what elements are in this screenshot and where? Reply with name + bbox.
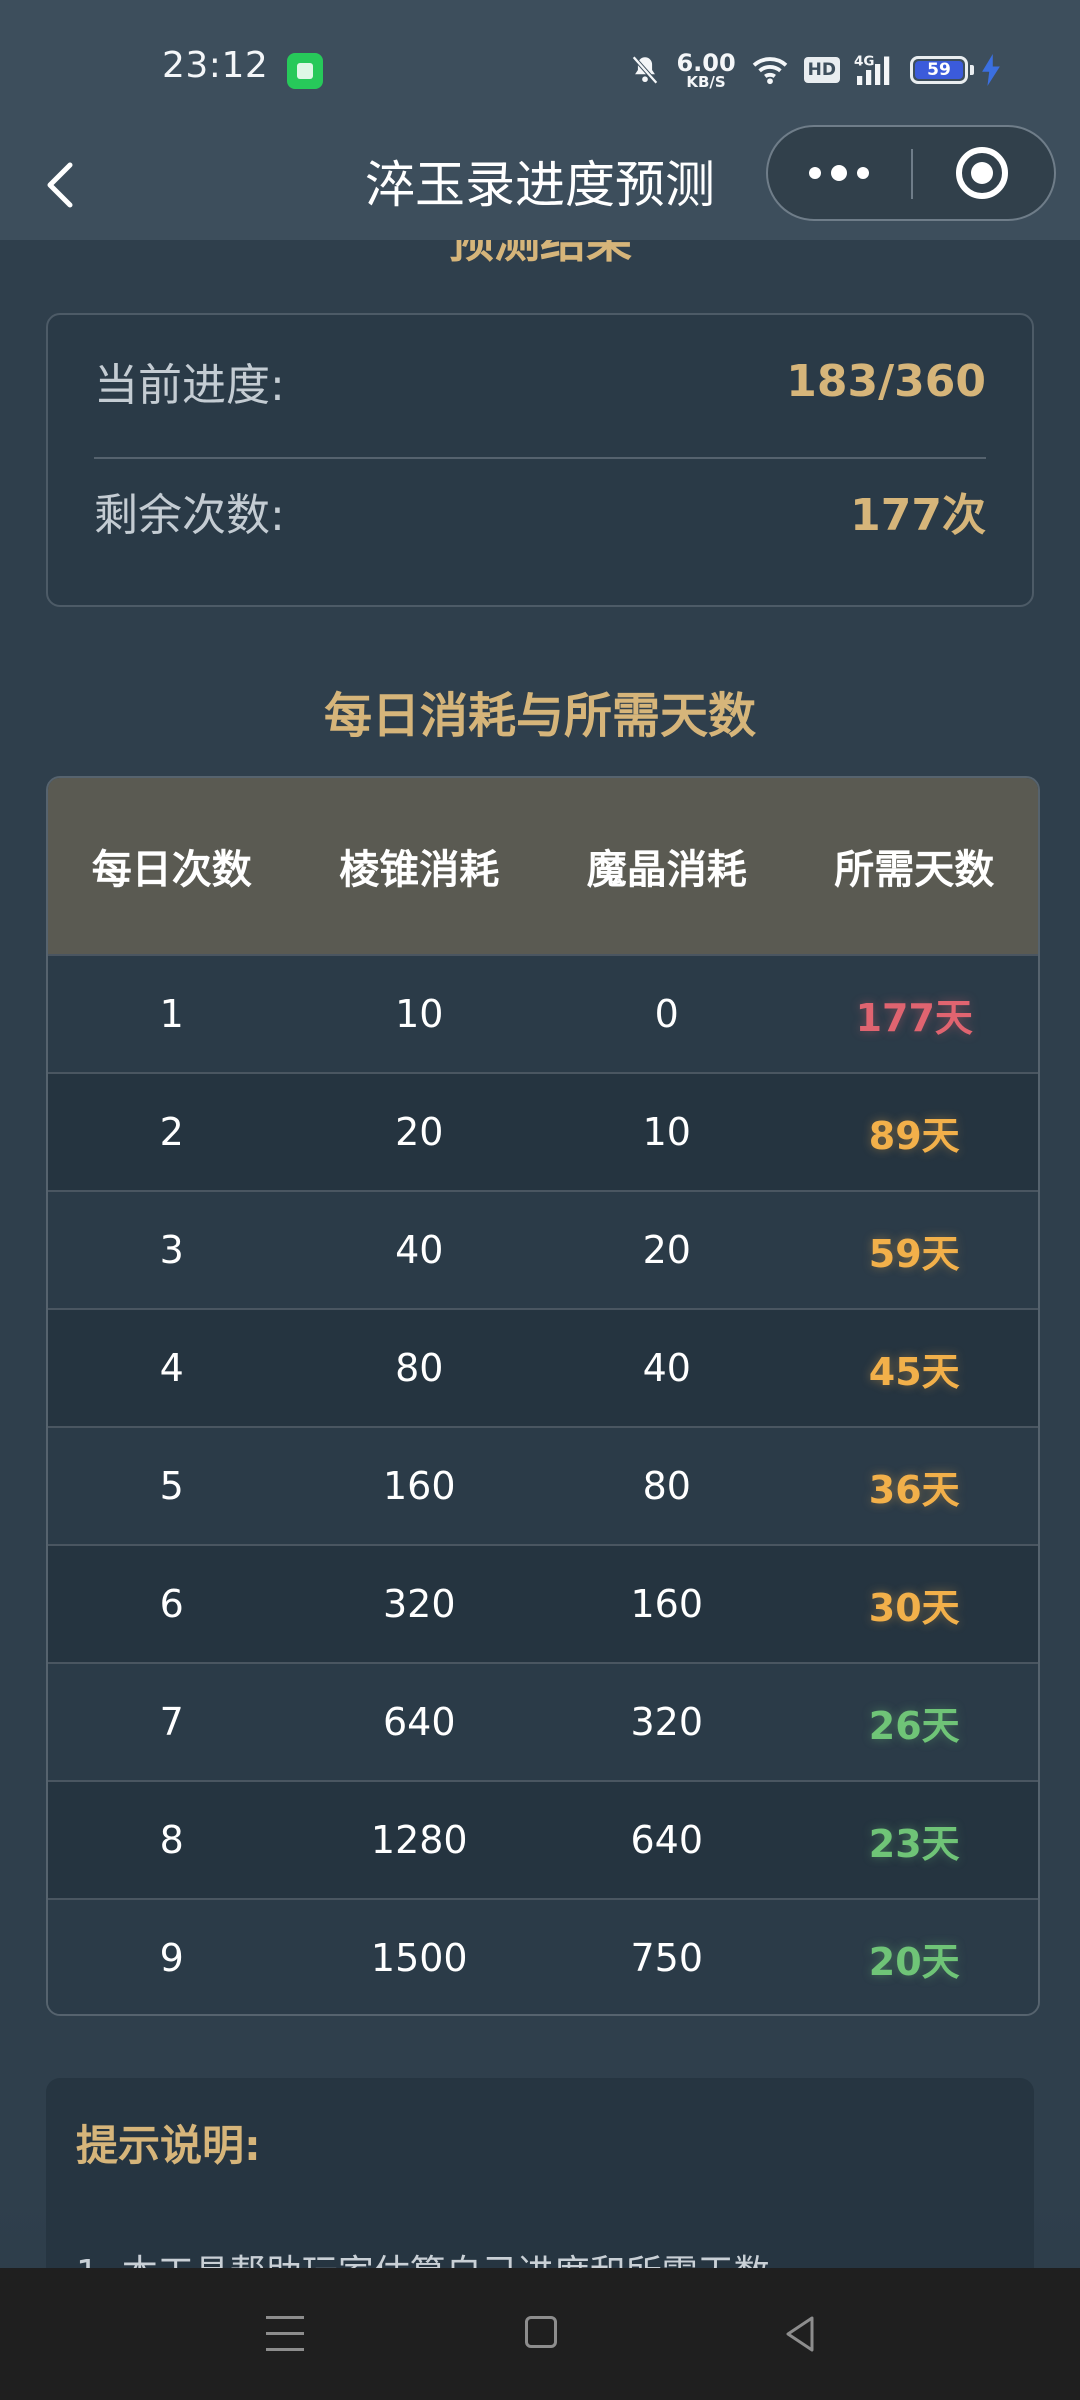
charging-icon <box>982 54 1000 86</box>
cell-pyramid-cost: 640 <box>382 1700 456 1744</box>
table-row: 1 10 0 177天 <box>48 956 1038 1074</box>
table-row: 9 1500 750 20天 <box>48 1900 1038 2014</box>
remaining-count-label: 剩余次数: <box>94 490 285 541</box>
battery-icon: 59 <box>910 56 974 84</box>
table-row: 4 80 40 45天 <box>48 1310 1038 1428</box>
cell-pyramid-cost: 20 <box>395 1110 444 1154</box>
cell-pyramid-cost: 1280 <box>370 1818 468 1862</box>
svg-text:4G: 4G <box>854 54 874 70</box>
cell-daily-count: 7 <box>159 1700 184 1744</box>
nav-bar: 淬玉录进度预测 <box>0 125 1080 240</box>
cell-days-needed: 89天 <box>868 1113 960 1158</box>
table-row: 8 1280 640 23天 <box>48 1782 1038 1900</box>
header-crystal-cost: 魔晶消耗 <box>586 847 747 893</box>
status-icons: 6.00 KB/S HD 4G 59 <box>628 45 1000 95</box>
cell-crystal-cost: 40 <box>642 1346 691 1390</box>
table-row: 2 20 10 89天 <box>48 1074 1038 1192</box>
close-mini-program-icon[interactable] <box>956 147 1008 199</box>
remaining-count-row: 剩余次数: 177次 <box>94 447 986 575</box>
daily-cost-section-title: 每日消耗与所需天数 <box>323 688 756 744</box>
system-back-icon[interactable] <box>782 2314 818 2354</box>
capsule-divider <box>911 149 913 199</box>
cell-days-needed: 36天 <box>868 1467 960 1512</box>
table-row: 6 320 160 30天 <box>48 1546 1038 1664</box>
table-row: 5 160 80 36天 <box>48 1428 1038 1546</box>
current-progress-label: 当前进度: <box>94 360 285 411</box>
more-options-icon[interactable] <box>768 127 910 219</box>
bell-muted-icon <box>632 55 659 85</box>
cell-days-needed: 23天 <box>868 1821 960 1866</box>
cell-pyramid-cost: 1500 <box>370 1936 468 1980</box>
cell-daily-count: 4 <box>159 1346 184 1390</box>
cell-crystal-cost: 160 <box>630 1582 704 1626</box>
cell-crystal-cost: 750 <box>630 1936 704 1980</box>
status-bar: 23:12 6.00 KB/S HD 4G 59 <box>0 0 1080 125</box>
tips-title: 提示说明: <box>76 2121 261 2170</box>
header-pyramid-cost: 棱锥消耗 <box>339 847 500 893</box>
table-header: 每日次数 棱锥消耗 魔晶消耗 所需天数 <box>48 778 1038 956</box>
header-days-needed: 所需天数 <box>834 847 995 893</box>
status-time: 23:12 <box>162 45 269 86</box>
current-progress-value: 183/360 <box>786 355 986 407</box>
net-speed: 6.00 KB/S <box>676 51 735 90</box>
app-screen: 23:12 6.00 KB/S HD 4G 59 淬玉录进度预测 预测结果 当前… <box>0 0 1080 2400</box>
battery-level: 59 <box>915 60 963 80</box>
cell-daily-count: 2 <box>159 1110 184 1154</box>
remaining-count-value: 177次 <box>850 490 986 541</box>
signal-icon: 4G <box>854 54 890 85</box>
wifi-icon <box>752 57 787 85</box>
cell-days-needed: 26天 <box>868 1703 960 1748</box>
cell-pyramid-cost: 10 <box>395 992 444 1036</box>
current-progress-row: 当前进度: 183/360 <box>94 317 986 445</box>
cell-daily-count: 6 <box>159 1582 184 1626</box>
cell-daily-count: 1 <box>159 992 184 1036</box>
cell-pyramid-cost: 320 <box>382 1582 456 1626</box>
header-daily-count: 每日次数 <box>91 847 252 893</box>
cell-crystal-cost: 80 <box>642 1464 691 1508</box>
cell-pyramid-cost: 40 <box>395 1228 444 1272</box>
progress-summary-card: 当前进度: 183/360 剩余次数: 177次 <box>46 313 1034 607</box>
daily-cost-table: 每日次数 棱锥消耗 魔晶消耗 所需天数 1 10 0 177天 2 20 10 89天 3 40 2… <box>46 776 1040 2016</box>
cell-crystal-cost: 640 <box>630 1818 704 1862</box>
net-speed-unit: KB/S <box>686 72 726 91</box>
cell-crystal-cost: 10 <box>642 1110 691 1154</box>
cell-daily-count: 8 <box>159 1818 184 1862</box>
table-row: 7 640 320 26天 <box>48 1664 1038 1782</box>
cell-crystal-cost: 20 <box>642 1228 691 1272</box>
cell-crystal-cost: 320 <box>630 1700 704 1744</box>
cell-daily-count: 5 <box>159 1464 184 1508</box>
cell-days-needed: 59天 <box>868 1231 960 1276</box>
recent-apps-icon[interactable] <box>266 2316 304 2352</box>
home-icon[interactable] <box>525 2316 557 2348</box>
cell-pyramid-cost: 160 <box>382 1464 456 1508</box>
cell-crystal-cost: 0 <box>654 992 679 1036</box>
cell-days-needed: 20天 <box>868 1939 960 1984</box>
table-body: 1 10 0 177天 2 20 10 89天 3 40 20 59天 4 80 40 45天 5 160 80 36… <box>48 956 1038 2014</box>
mini-program-capsule <box>766 125 1056 221</box>
hd-badge: HD <box>803 57 840 83</box>
app-notification-icon <box>287 53 323 89</box>
net-speed-value: 6.00 <box>676 48 736 77</box>
cell-days-needed: 177天 <box>855 995 973 1040</box>
table-row: 3 40 20 59天 <box>48 1192 1038 1310</box>
cell-days-needed: 30天 <box>868 1585 960 1630</box>
cell-daily-count: 9 <box>159 1936 184 1980</box>
system-nav-bar <box>0 2268 1080 2400</box>
cell-pyramid-cost: 80 <box>395 1346 444 1390</box>
cell-daily-count: 3 <box>159 1228 184 1272</box>
cell-days-needed: 45天 <box>868 1349 960 1394</box>
